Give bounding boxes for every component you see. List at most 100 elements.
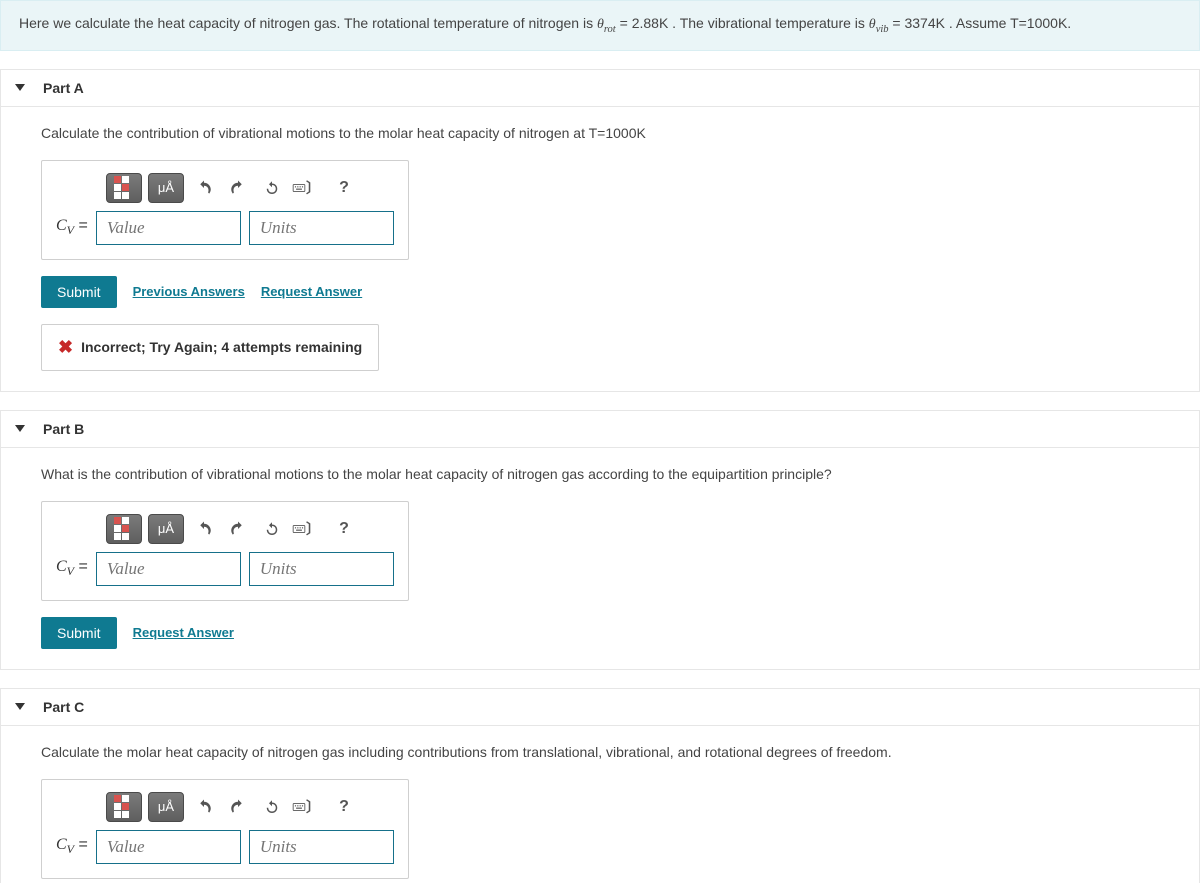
caret-down-icon xyxy=(15,84,25,91)
part-b: Part B What is the contribution of vibra… xyxy=(0,410,1200,670)
reset-button[interactable] xyxy=(258,515,286,543)
intro-text: Here we calculate the heat capacity of n… xyxy=(19,15,597,31)
previous-answers-link-a[interactable]: Previous Answers xyxy=(133,284,245,299)
value-input-a[interactable] xyxy=(96,211,241,245)
problem-intro: Here we calculate the heat capacity of n… xyxy=(0,0,1200,51)
input-row-b: CV = xyxy=(56,552,394,586)
undo-button[interactable] xyxy=(190,793,218,821)
redo-icon xyxy=(229,798,247,816)
part-c-prompt: Calculate the molar heat capacity of nit… xyxy=(41,742,1159,763)
keyboard-button[interactable]: 〕 xyxy=(292,515,320,543)
keyboard-icon xyxy=(292,520,306,538)
part-a-title: Part A xyxy=(43,80,84,96)
eq-sign: = xyxy=(74,836,88,853)
feedback-text-a: Incorrect; Try Again; 4 attempts remaini… xyxy=(81,339,362,355)
toolbar-c: μÅ 〕 ? xyxy=(106,792,394,822)
reset-button[interactable] xyxy=(258,174,286,202)
reset-icon xyxy=(263,520,281,538)
redo-icon xyxy=(229,520,247,538)
part-a-prompt: Calculate the contribution of vibrationa… xyxy=(41,123,1159,144)
keyboard-button[interactable]: 〕 xyxy=(292,793,320,821)
intro-suffix: . Assume T=1000K. xyxy=(949,15,1071,31)
templates-button[interactable] xyxy=(106,792,142,822)
templates-icon xyxy=(114,176,134,199)
cv-sym: C xyxy=(56,217,67,234)
templates-icon xyxy=(114,517,134,540)
actions-a: Submit Previous Answers Request Answer xyxy=(41,276,1159,308)
keyboard-icon xyxy=(292,798,306,816)
part-c-body: Calculate the molar heat capacity of nit… xyxy=(1,726,1199,883)
answer-box-c: μÅ 〕 ? xyxy=(41,779,409,879)
help-icon-label: ? xyxy=(339,798,349,816)
value-input-c[interactable] xyxy=(96,830,241,864)
reset-icon xyxy=(263,798,281,816)
symbols-icon-label: μÅ xyxy=(158,799,174,814)
part-c-title: Part C xyxy=(43,699,84,715)
symbols-button[interactable]: μÅ xyxy=(148,792,184,822)
part-a-body: Calculate the contribution of vibrationa… xyxy=(1,107,1199,391)
keyboard-bracket: 〕 xyxy=(306,797,320,817)
undo-icon xyxy=(195,520,213,538)
redo-button[interactable] xyxy=(224,174,252,202)
reset-button[interactable] xyxy=(258,793,286,821)
cv-label-a: CV = xyxy=(56,217,88,238)
cv-label-b: CV = xyxy=(56,558,88,579)
undo-icon xyxy=(195,798,213,816)
toolbar-b: μÅ 〕 ? xyxy=(106,514,394,544)
help-button[interactable]: ? xyxy=(330,174,358,202)
part-b-title: Part B xyxy=(43,421,84,437)
redo-button[interactable] xyxy=(224,515,252,543)
help-button[interactable]: ? xyxy=(330,515,358,543)
value-input-b[interactable] xyxy=(96,552,241,586)
reset-icon xyxy=(263,179,281,197)
part-b-prompt: What is the contribution of vibrational … xyxy=(41,464,1159,485)
cv-sub: V xyxy=(67,842,74,856)
submit-button-b[interactable]: Submit xyxy=(41,617,117,649)
feedback-a: ✖ Incorrect; Try Again; 4 attempts remai… xyxy=(41,324,379,371)
theta-rot-symbol: θ xyxy=(597,17,604,32)
cv-sub: V xyxy=(67,223,74,237)
theta-vib-sub: vib xyxy=(876,24,889,35)
redo-button[interactable] xyxy=(224,793,252,821)
submit-button-a[interactable]: Submit xyxy=(41,276,117,308)
units-input-a[interactable] xyxy=(249,211,394,245)
templates-icon xyxy=(114,795,134,818)
part-c: Part C Calculate the molar heat capacity… xyxy=(0,688,1200,883)
cv-sym: C xyxy=(56,558,67,575)
eq-sign: = xyxy=(74,558,88,575)
incorrect-icon: ✖ xyxy=(58,337,73,358)
templates-button[interactable] xyxy=(106,173,142,203)
help-icon-label: ? xyxy=(339,179,349,197)
theta-vib-symbol: θ xyxy=(869,17,876,32)
answer-box-b: μÅ 〕 ? xyxy=(41,501,409,601)
part-c-header[interactable]: Part C xyxy=(1,689,1199,726)
symbols-button[interactable]: μÅ xyxy=(148,173,184,203)
undo-button[interactable] xyxy=(190,515,218,543)
units-input-c[interactable] xyxy=(249,830,394,864)
input-row-a: CV = xyxy=(56,211,394,245)
theta-vib-value: = 3374K xyxy=(892,15,945,31)
keyboard-bracket: 〕 xyxy=(306,178,320,198)
help-button[interactable]: ? xyxy=(330,793,358,821)
help-icon-label: ? xyxy=(339,520,349,538)
keyboard-icon xyxy=(292,179,306,197)
input-row-c: CV = xyxy=(56,830,394,864)
part-a-header[interactable]: Part A xyxy=(1,70,1199,107)
toolbar-a: μÅ 〕 ? xyxy=(106,173,394,203)
cv-label-c: CV = xyxy=(56,836,88,857)
units-input-b[interactable] xyxy=(249,552,394,586)
templates-button[interactable] xyxy=(106,514,142,544)
request-answer-link-b[interactable]: Request Answer xyxy=(133,625,234,640)
keyboard-button[interactable]: 〕 xyxy=(292,174,320,202)
symbols-icon-label: μÅ xyxy=(158,180,174,195)
undo-button[interactable] xyxy=(190,174,218,202)
caret-down-icon xyxy=(15,425,25,432)
symbols-button[interactable]: μÅ xyxy=(148,514,184,544)
actions-b: Submit Request Answer xyxy=(41,617,1159,649)
redo-icon xyxy=(229,179,247,197)
answer-box-a: μÅ 〕 ? xyxy=(41,160,409,260)
request-answer-link-a[interactable]: Request Answer xyxy=(261,284,362,299)
part-a: Part A Calculate the contribution of vib… xyxy=(0,69,1200,392)
part-b-header[interactable]: Part B xyxy=(1,411,1199,448)
intro-middle: . The vibrational temperature is xyxy=(672,15,869,31)
